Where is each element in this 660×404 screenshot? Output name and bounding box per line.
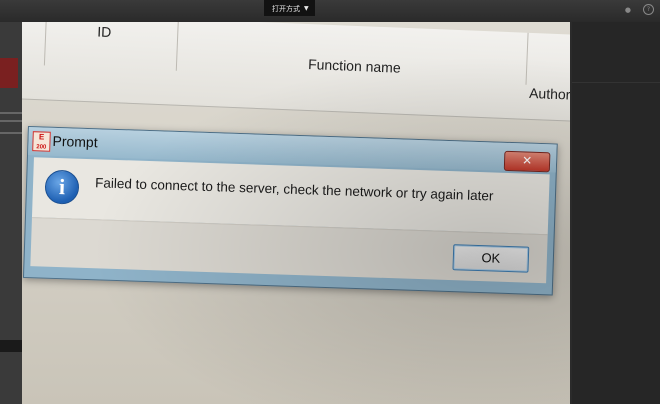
prompt-dialog: E 200 Prompt ✕ i Failed to connect to the…	[22, 126, 558, 296]
background-text-line	[0, 112, 22, 114]
divider	[572, 82, 660, 83]
column-separator	[525, 32, 529, 85]
ok-button[interactable]: OK	[452, 244, 530, 273]
background-text-line	[0, 120, 22, 122]
column-function-name[interactable]: Function name	[308, 56, 401, 76]
user-icon[interactable]: ●	[625, 6, 631, 14]
column-separator	[175, 22, 179, 71]
background-left-panel	[0, 22, 22, 404]
viewer-toolbar: 打开方式 ▼ ● ?	[0, 0, 660, 22]
column-author[interactable]: Author	[529, 85, 570, 103]
column-id[interactable]: ID	[97, 24, 112, 41]
app-logo-icon: E 200	[32, 131, 51, 152]
background-text-line	[0, 132, 22, 134]
close-button[interactable]: ✕	[503, 150, 551, 173]
grid-header: ID Function name Author	[22, 22, 570, 123]
open-with-label: 打开方式	[272, 4, 300, 13]
error-message: Failed to connect to the server, check t…	[94, 175, 494, 204]
toolbar-right: ● ?	[625, 4, 654, 15]
chevron-down-icon: ▼	[304, 5, 309, 12]
background-right-panel	[572, 22, 660, 404]
background-bar	[0, 340, 22, 352]
dialog-title: Prompt	[52, 132, 98, 151]
column-separator	[43, 22, 47, 66]
info-icon: i	[44, 169, 80, 205]
close-icon: ✕	[521, 153, 533, 168]
background-thumbnail	[0, 58, 18, 88]
photo-of-screen: ID Function name Author E 200 Prompt ✕ i …	[22, 22, 570, 404]
open-with-button[interactable]: 打开方式 ▼	[264, 0, 315, 16]
help-icon[interactable]: ?	[643, 4, 654, 15]
